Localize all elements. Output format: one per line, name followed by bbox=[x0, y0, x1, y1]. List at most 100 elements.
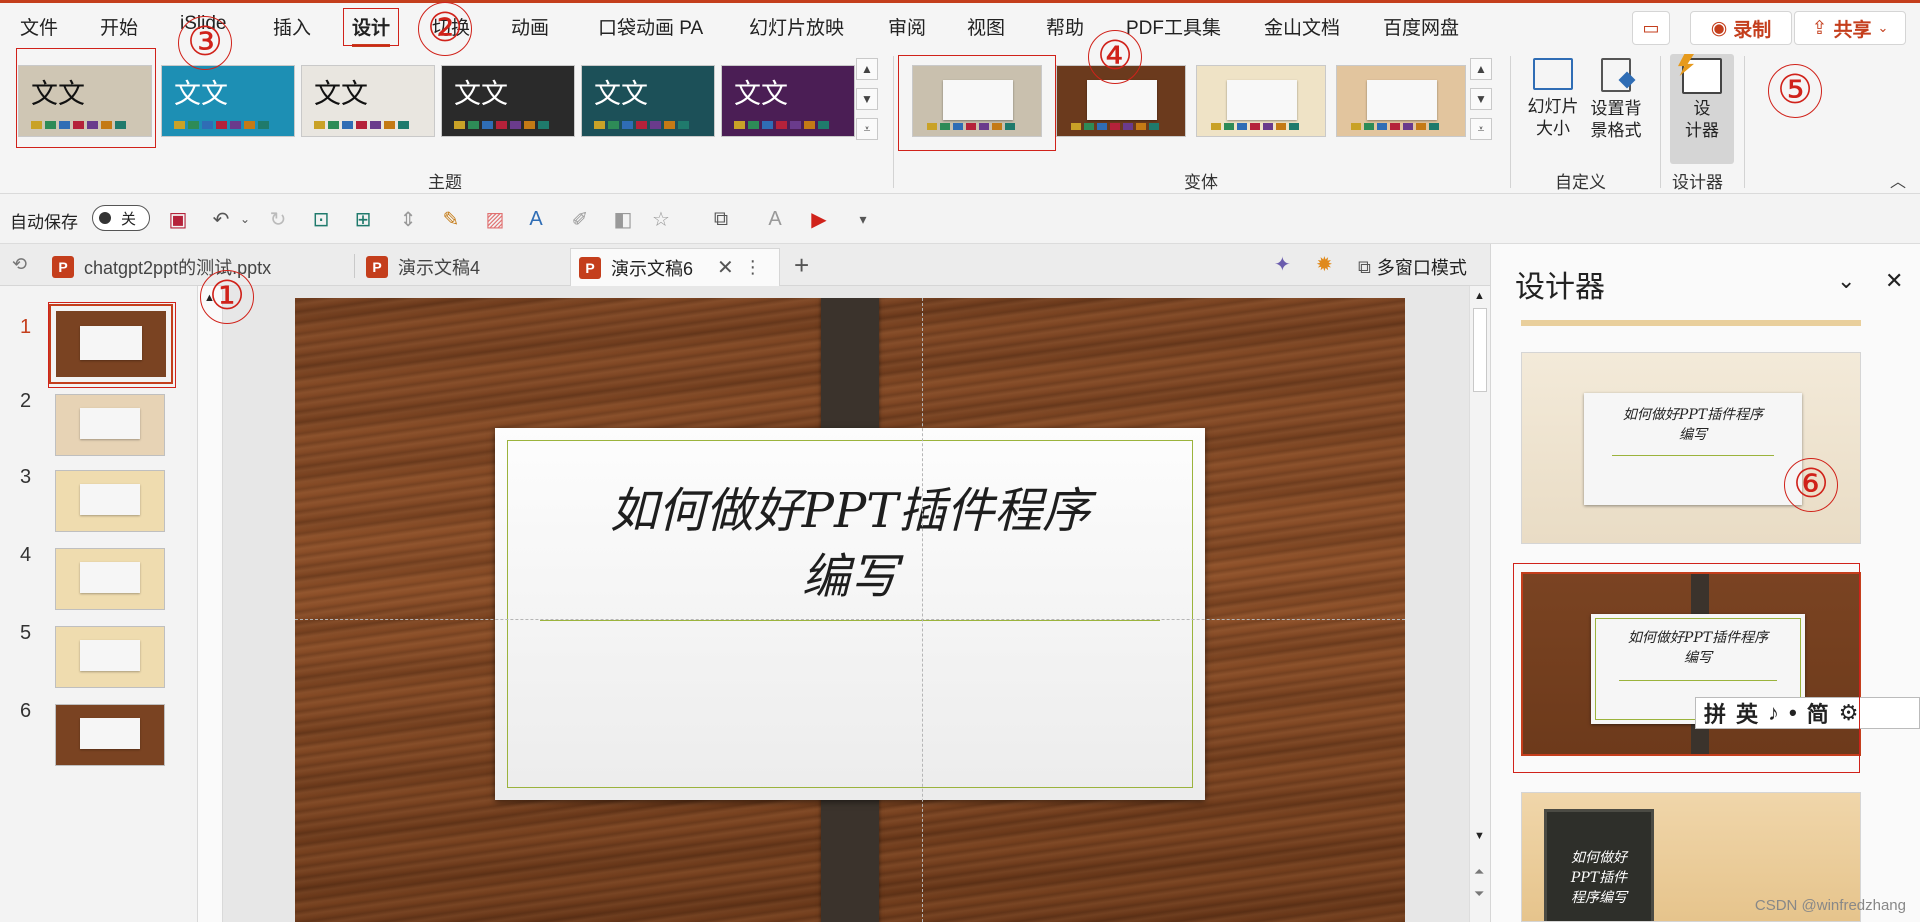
variant-option[interactable] bbox=[1336, 65, 1466, 137]
tab-baidu-netdisk[interactable]: 百度网盘 bbox=[1383, 13, 1459, 40]
slide-number: 4 bbox=[20, 544, 32, 566]
doc-tab-active[interactable]: P 演示文稿6 ✕ ⋮ bbox=[570, 248, 780, 286]
slide-thumbnail[interactable] bbox=[55, 470, 165, 532]
gallery-down-button[interactable]: ▼ bbox=[856, 88, 878, 110]
font-size-icon[interactable]: A bbox=[762, 206, 788, 232]
chevron-down-icon: ⌄ bbox=[1877, 20, 1889, 35]
windows-icon: ⧉ bbox=[1358, 256, 1371, 277]
more-icon[interactable]: ⋮ bbox=[744, 257, 762, 278]
gallery-more-button[interactable]: ⩡ bbox=[856, 118, 878, 140]
tab-kingsoft-docs[interactable]: 金山文档 bbox=[1264, 13, 1340, 40]
slide-thumbnail-card bbox=[79, 562, 141, 594]
theme-sample-text: 文文 bbox=[734, 79, 788, 110]
horizontal-guide bbox=[295, 619, 1405, 620]
video-icon[interactable]: ▶ bbox=[806, 206, 832, 232]
record-button[interactable]: ◉ 录制 bbox=[1690, 11, 1792, 45]
tab-slideshow[interactable]: 幻灯片放映 bbox=[749, 13, 844, 40]
tab-animations[interactable]: 动画 bbox=[511, 13, 549, 40]
tab-pdf-tools[interactable]: PDF工具集 bbox=[1126, 13, 1221, 40]
designer-button[interactable]: 设 计器 bbox=[1670, 54, 1734, 164]
slide-thumbnail-card bbox=[79, 640, 141, 672]
annotation-marker-6: ⑥ bbox=[1784, 458, 1838, 512]
tab-review[interactable]: 审阅 bbox=[888, 13, 926, 40]
tab-pocket-animation[interactable]: 口袋动画 PA bbox=[598, 13, 703, 40]
collapse-ribbon-icon[interactable]: ︿ bbox=[1890, 168, 1906, 192]
variant-more-button[interactable]: ⩡ bbox=[1470, 118, 1492, 140]
undo-dropdown-icon[interactable]: ⌄ bbox=[232, 206, 258, 232]
arrange-icon[interactable]: ⧉ bbox=[708, 206, 734, 232]
doc-tab[interactable]: P chatgpt2ppt的测试.pptx bbox=[44, 248, 354, 286]
theme-color-bars bbox=[594, 121, 689, 129]
canvas-scrollbar[interactable]: ▲ ▼ ⏶ ⏷ bbox=[1469, 286, 1490, 922]
gallery-up-button[interactable]: ▲ bbox=[856, 58, 878, 80]
tab-view[interactable]: 视图 bbox=[967, 13, 1005, 40]
close-icon[interactable]: ✕ bbox=[1885, 268, 1903, 294]
sparkle-icon[interactable]: ✦ bbox=[1274, 252, 1291, 277]
undo-icon[interactable]: ↶ bbox=[208, 206, 234, 232]
slide-number: 1 bbox=[20, 316, 32, 338]
slide-thumbnail[interactable] bbox=[55, 704, 165, 766]
star-icon[interactable]: ☆ bbox=[648, 206, 674, 232]
multi-window-button[interactable]: ⧉ 多窗口模式 bbox=[1358, 254, 1467, 280]
slide-canvas: 如何做好PPT插件程序 编写 bbox=[223, 286, 1469, 922]
slide-thumbnail[interactable] bbox=[55, 394, 165, 456]
idea-title: 如何做好 PPT插件 程序编写 bbox=[1570, 850, 1628, 906]
variant-down-button[interactable]: ▼ bbox=[1470, 88, 1492, 110]
picture-icon[interactable]: ▨ bbox=[482, 206, 508, 232]
settings-icon[interactable]: ✹ bbox=[1316, 252, 1333, 277]
title-underline bbox=[540, 620, 1160, 621]
slide-thumbnail-image bbox=[56, 705, 164, 765]
history-icon[interactable]: ⟲ bbox=[12, 254, 27, 275]
save-icon[interactable]: ▣ bbox=[165, 206, 191, 232]
idea-card: 如何做好PPT插件程序 编写 bbox=[1584, 393, 1802, 505]
customize-group-label: 自定义 bbox=[1555, 173, 1606, 192]
current-slide[interactable]: 如何做好PPT插件程序 编写 bbox=[295, 298, 1405, 922]
scroll-up-icon[interactable]: ▲ bbox=[1474, 290, 1485, 302]
tab-file[interactable]: 文件 bbox=[20, 13, 58, 40]
chevron-down-icon[interactable]: ⌄ bbox=[1837, 268, 1855, 294]
slide-thumbnail[interactable] bbox=[55, 626, 165, 688]
present-from-current-icon[interactable]: ⊞ bbox=[350, 206, 376, 232]
design-idea-1[interactable]: 如何做好PPT插件程序 编写 bbox=[1521, 352, 1861, 544]
prev-slide-icon[interactable]: ⏶ bbox=[1474, 864, 1484, 880]
theme-option[interactable]: 文文 bbox=[301, 65, 435, 137]
design-idea-partial[interactable] bbox=[1521, 320, 1861, 326]
new-tab-icon[interactable]: + bbox=[794, 250, 809, 281]
theme-sample-text: 文文 bbox=[314, 79, 368, 110]
tab-insert[interactable]: 插入 bbox=[273, 13, 311, 40]
close-icon[interactable]: ✕ bbox=[717, 255, 734, 280]
share-button[interactable]: ⇪ 共享 ⌄ bbox=[1794, 11, 1906, 45]
format-background-button[interactable]: 设置背 景格式 bbox=[1588, 58, 1644, 142]
textbox-icon[interactable]: A bbox=[523, 206, 549, 232]
format-painter-icon[interactable]: ✎ bbox=[438, 206, 464, 232]
eyedropper-icon[interactable]: ✐ bbox=[567, 206, 593, 232]
theme-option[interactable]: 文文 bbox=[581, 65, 715, 137]
comments-button[interactable]: ▭ bbox=[1632, 11, 1670, 45]
theme-option[interactable]: 文文 bbox=[721, 65, 855, 137]
next-slide-icon[interactable]: ⏷ bbox=[1474, 886, 1484, 902]
autosave-toggle[interactable]: 关 bbox=[92, 205, 150, 231]
theme-sample-text: 文文 bbox=[594, 79, 648, 110]
doc-tab[interactable]: P 演示文稿4 bbox=[358, 248, 568, 286]
redo-icon[interactable]: ↻ bbox=[265, 206, 291, 232]
scroll-thumb[interactable] bbox=[1473, 308, 1487, 392]
present-icon[interactable]: ⊡ bbox=[308, 206, 334, 232]
slide-title[interactable]: 如何做好PPT插件程序 编写 bbox=[525, 478, 1175, 610]
theme-option[interactable]: 文文 bbox=[161, 65, 295, 137]
slide-size-button[interactable]: 幻灯片 大小 bbox=[1522, 58, 1584, 140]
shapes-icon[interactable]: ◧ bbox=[610, 206, 636, 232]
variant-up-button[interactable]: ▲ bbox=[1470, 58, 1492, 80]
theme-option[interactable]: 文文 bbox=[441, 65, 575, 137]
slide-number: 2 bbox=[20, 390, 32, 412]
slide-thumbnail[interactable] bbox=[55, 548, 165, 610]
tab-home[interactable]: 开始 bbox=[100, 13, 138, 40]
tab-help[interactable]: 帮助 bbox=[1046, 13, 1084, 40]
distribute-icon[interactable]: ⇕ bbox=[395, 206, 421, 232]
variant-option[interactable] bbox=[1196, 65, 1326, 137]
slide-thumbnail-image bbox=[56, 471, 164, 531]
customize-qat-icon[interactable]: ▾ bbox=[850, 206, 876, 232]
slide-thumbnail-card bbox=[79, 408, 141, 440]
theme-sample-text: 文文 bbox=[174, 79, 228, 110]
designer-pane-title: 设计器 bbox=[1515, 271, 1605, 304]
scroll-down-icon[interactable]: ▼ bbox=[1474, 830, 1485, 842]
